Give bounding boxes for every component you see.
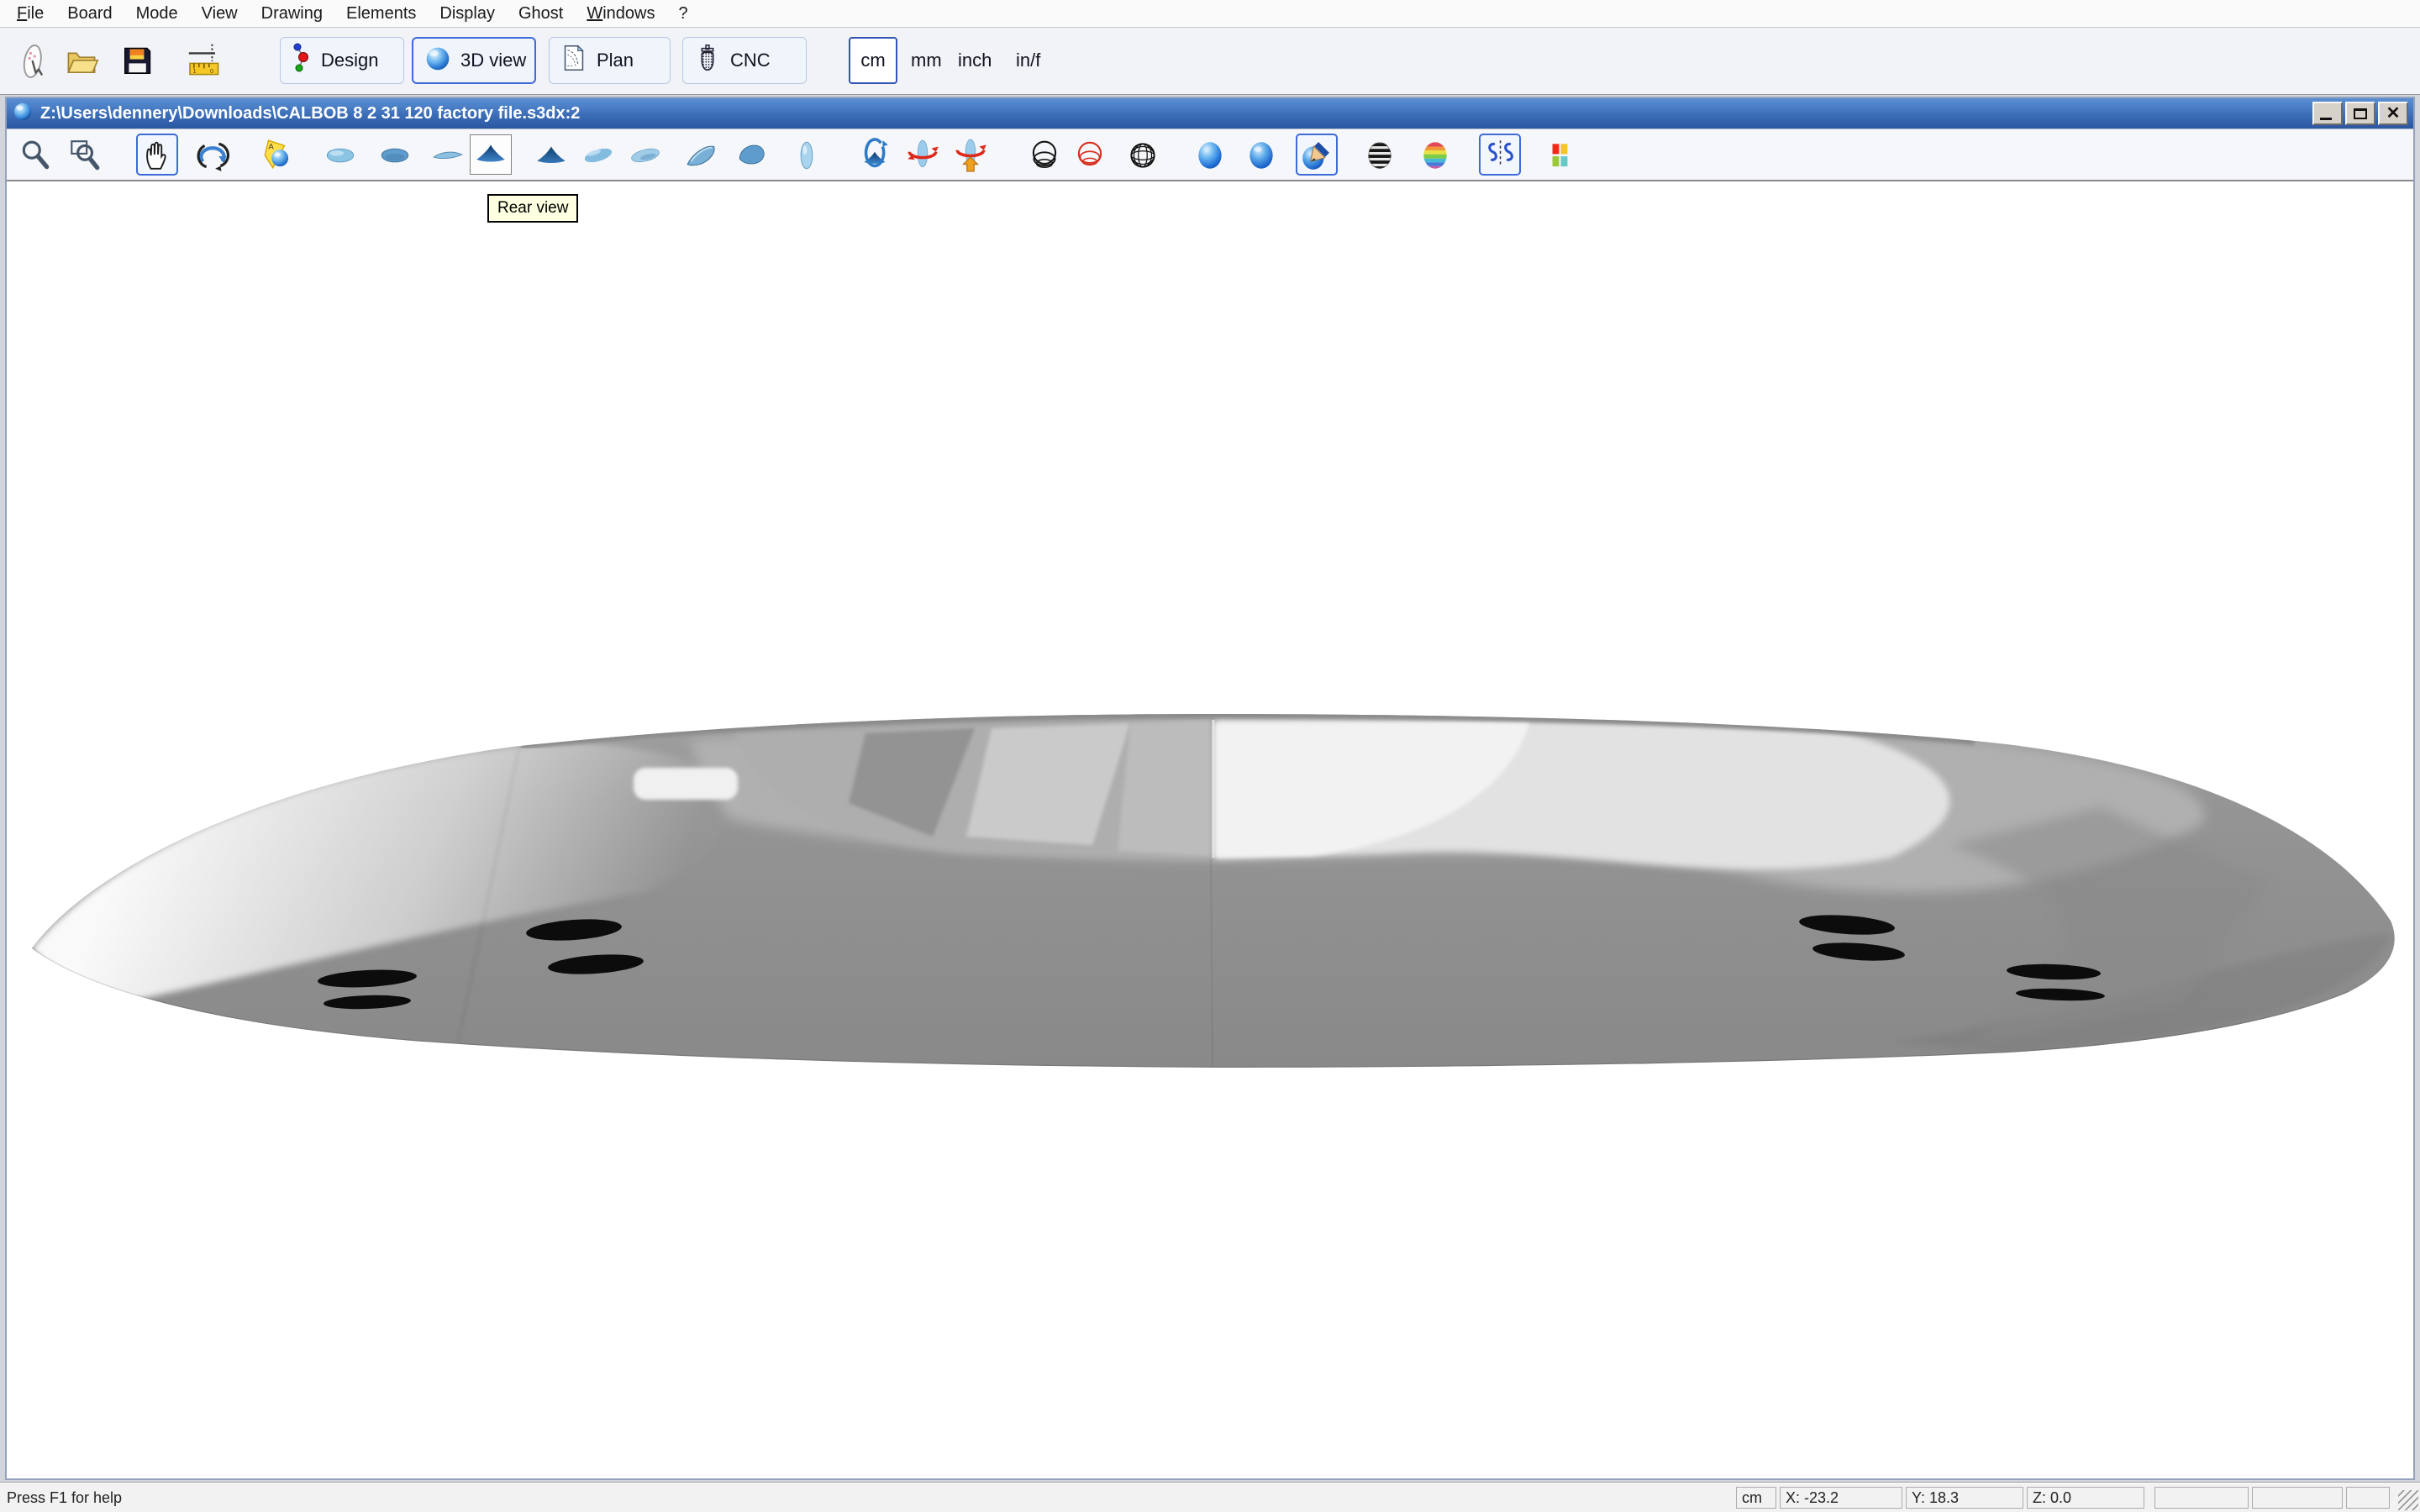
cnc-mode-button[interactable]: CNC (682, 37, 807, 84)
close-button[interactable]: ✕ (2378, 102, 2408, 125)
menu-windows[interactable]: Windows (575, 0, 666, 27)
design-mode-icon (289, 39, 314, 81)
spin-view-icon[interactable] (903, 136, 942, 175)
mesh-icon[interactable] (1123, 136, 1162, 175)
status-y-coordinate: Y: 18.3 (1906, 1487, 2023, 1509)
perspective-top-icon[interactable] (579, 136, 618, 175)
menu-file[interactable]: File (5, 0, 55, 27)
top-view-icon[interactable] (321, 136, 360, 175)
light-icon[interactable]: A (258, 136, 297, 175)
unit-inf-button[interactable]: in/f (1016, 37, 1040, 84)
rear-view-icon[interactable] (470, 134, 512, 175)
symmetry-icon[interactable] (1479, 134, 1521, 176)
perspective-bottom-icon[interactable] (626, 136, 665, 175)
svg-text:0: 0 (210, 67, 213, 75)
zoom-icon[interactable] (16, 136, 55, 175)
cnc-icon (692, 42, 723, 79)
maximize-button[interactable] (2345, 102, 2375, 125)
status-empty-3 (2346, 1487, 2390, 1509)
3d-view-icon (422, 42, 454, 79)
menu-view[interactable]: View (190, 0, 250, 27)
document-icon (12, 101, 34, 127)
cnc-label: CNC (730, 50, 771, 71)
pan-icon[interactable] (136, 134, 178, 176)
3d-view-label: 3D view (460, 50, 526, 71)
unit-cm-button[interactable]: cm (849, 37, 897, 84)
status-x-coordinate: X: -23.2 (1780, 1487, 1902, 1509)
design-mode-label: Design (321, 50, 378, 71)
menu-mode[interactable]: Mode (124, 0, 190, 27)
resize-grip[interactable] (2398, 1490, 2418, 1510)
wireframe-slices-icon[interactable] (1071, 136, 1109, 175)
status-unit: cm (1736, 1487, 1776, 1509)
open-file-icon[interactable] (61, 39, 102, 83)
unit-cm-label: cm (860, 50, 885, 71)
status-help-text: Press F1 for help (7, 1489, 122, 1507)
menu-display[interactable]: Display (428, 0, 507, 27)
design-mode-button[interactable]: Design (280, 37, 404, 84)
color-map-icon[interactable] (1416, 136, 1455, 175)
flip-view-icon[interactable] (855, 136, 894, 175)
windows-colors-icon[interactable] (1541, 136, 1580, 175)
spin-up-view-icon[interactable] (951, 136, 990, 175)
perspective-side-icon[interactable] (682, 136, 721, 175)
menu-elements[interactable]: Elements (334, 0, 428, 27)
side-view-icon[interactable] (429, 136, 467, 175)
application-window: File Board Mode View Drawing Elements Di… (0, 0, 2420, 1512)
perspective-icon[interactable] (733, 136, 771, 175)
status-z-coordinate: Z: 0.0 (2027, 1487, 2144, 1509)
unit-mm-button[interactable]: mm (911, 37, 942, 84)
board-3d-render (7, 181, 2413, 1478)
status-empty-1 (2154, 1487, 2249, 1509)
save-icon[interactable] (117, 39, 157, 83)
render-gloss-icon[interactable] (1242, 136, 1281, 175)
wireframe-icon[interactable] (1025, 136, 1064, 175)
rear-view-tooltip: Rear view (487, 194, 578, 223)
zoom-window-icon[interactable] (65, 136, 103, 175)
svg-text:1: 1 (193, 67, 197, 75)
status-bar: Press F1 for help cm X: -23.2 Y: 18.3 Z:… (0, 1482, 2420, 1512)
status-empty-2 (2252, 1487, 2343, 1509)
plan-mode-button[interactable]: Plan (549, 37, 671, 84)
mdi-area: Z:\Users\dennery\Downloads\CALBOB 8 2 31… (0, 94, 2420, 1482)
menu-ghost[interactable]: Ghost (507, 0, 575, 27)
zebra-stripes-icon[interactable] (1360, 136, 1399, 175)
menu-board[interactable]: Board (55, 0, 124, 27)
outline-view-icon[interactable] (787, 136, 826, 175)
document-title: Z:\Users\dennery\Downloads\CALBOB 8 2 31… (40, 104, 2310, 123)
viewport-canvas[interactable]: Rear view (7, 181, 2413, 1478)
plan-label: Plan (597, 50, 634, 71)
document-title-bar[interactable]: Z:\Users\dennery\Downloads\CALBOB 8 2 31… (7, 98, 2413, 129)
bottom-view-icon[interactable] (376, 136, 414, 175)
new-board-wizard-icon[interactable] (13, 39, 54, 83)
minimize-button[interactable] (2312, 102, 2343, 125)
menu-help[interactable]: ? (666, 0, 699, 27)
menu-bar: File Board Mode View Drawing Elements Di… (0, 0, 2420, 28)
rotate-view-icon[interactable] (193, 136, 232, 175)
dimensions-icon[interactable]: 1 0 (185, 39, 225, 83)
render-blue-icon[interactable] (1191, 136, 1229, 175)
main-toolbar: 1 0 Design (0, 28, 2420, 94)
view-toolbar: A (7, 129, 2413, 181)
svg-text:A: A (269, 143, 275, 152)
3d-view-mode-button[interactable]: 3D view (412, 37, 536, 84)
document-window: Z:\Users\dennery\Downloads\CALBOB 8 2 31… (5, 97, 2415, 1480)
unit-inch-button[interactable]: inch (958, 37, 992, 84)
front-view-icon[interactable] (532, 136, 571, 175)
menu-drawing[interactable]: Drawing (250, 0, 334, 27)
plan-icon (558, 42, 590, 79)
edit-surface-icon[interactable] (1296, 134, 1338, 176)
